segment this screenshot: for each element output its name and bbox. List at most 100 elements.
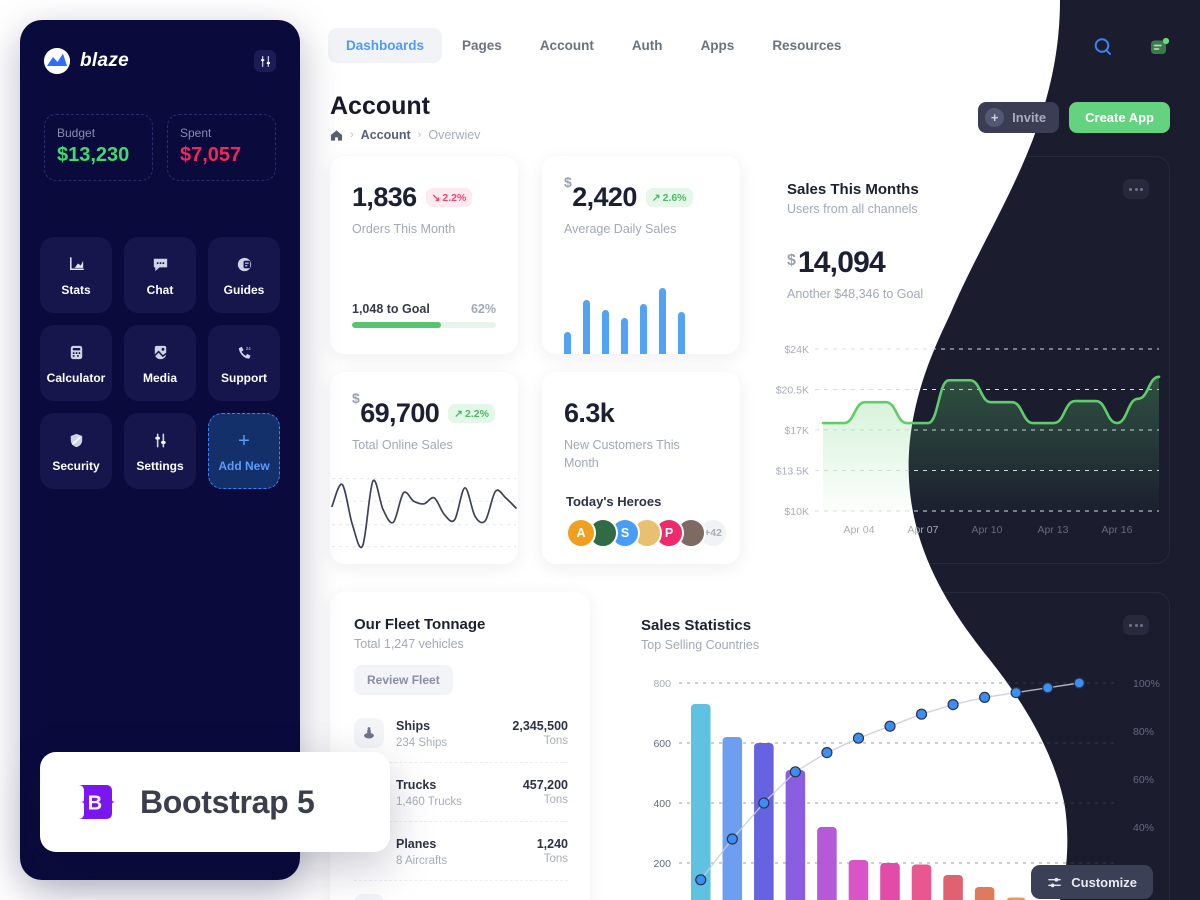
- breadcrumb-separator-1: ›: [350, 129, 354, 141]
- sales-card-subtitle: Users from all channels: [787, 202, 918, 216]
- sidebar-item-stats[interactable]: Stats: [40, 237, 112, 313]
- card-fleet-tonnage: Our Fleet Tonnage Total 1,247 vehicles R…: [330, 592, 590, 900]
- customers-value: 6.3k: [564, 398, 615, 428]
- pareto-point: [1073, 677, 1085, 689]
- breadcrumb-separator-2: ›: [417, 129, 422, 141]
- kpi-spent-value: $7,057: [180, 144, 242, 166]
- breadcrumb: › Account › Overwiev: [330, 128, 480, 142]
- svg-text:100%: 100%: [1133, 678, 1160, 690]
- nav-item-auth[interactable]: Auth: [614, 28, 681, 63]
- fleet-row-name: Planes: [396, 837, 437, 851]
- invite-button[interactable]: + Invite: [978, 102, 1060, 133]
- avg-delta-badge: ↗ 2.6%: [645, 188, 693, 207]
- fleet-row[interactable]: Ships 234 Ships 2,345,500 Tons: [354, 704, 568, 763]
- search-icon[interactable]: [1090, 34, 1116, 60]
- plus-icon: +: [238, 429, 250, 452]
- pareto-point: [915, 708, 928, 720]
- avg-currency: $: [564, 174, 572, 190]
- breadcrumb-current: Overwiev: [428, 128, 481, 142]
- pareto-point: [1010, 687, 1022, 699]
- svg-text:80%: 80%: [1133, 726, 1154, 738]
- fleet-row[interactable]: Trains804,300: [354, 881, 568, 900]
- customize-button[interactable]: Customize: [1031, 865, 1153, 899]
- sales-card-more-icon[interactable]: [1123, 179, 1149, 199]
- orders-delta-badge: ↘ 2.2%: [425, 188, 473, 207]
- avg-daily-sales-minibar-chart: [564, 284, 722, 354]
- fleet-row-unit: Tons: [543, 853, 568, 865]
- minibar-6: [659, 288, 666, 354]
- pareto-bar: [943, 875, 963, 900]
- avatar[interactable]: A: [566, 518, 596, 548]
- pareto-point: [695, 874, 707, 886]
- avg-subtitle: Average Daily Sales: [564, 222, 677, 236]
- fleet-row-unit: Tons: [543, 735, 568, 747]
- blaze-logo-icon: [44, 48, 70, 74]
- review-fleet-button-label: Review Fleet: [367, 673, 440, 687]
- brand[interactable]: blaze: [44, 48, 129, 74]
- sidebar-item-media[interactable]: Media: [124, 325, 196, 401]
- pareto-point: [884, 720, 896, 732]
- nav-item-pages[interactable]: Pages: [444, 28, 520, 63]
- chart-icon: [65, 254, 87, 276]
- notes-icon[interactable]: [1146, 34, 1172, 60]
- online-currency: $: [352, 390, 360, 406]
- sidebar-item-chat[interactable]: Chat: [124, 237, 196, 313]
- sidebar-item-support-label: Support: [221, 370, 267, 385]
- stats-card-more-icon[interactable]: [1123, 615, 1149, 635]
- sidebar-item-security[interactable]: Security: [40, 413, 112, 489]
- svg-text:B: B: [88, 793, 102, 815]
- arrow-down-icon: ↘: [431, 191, 441, 204]
- online-stat-top: $69,700 ↗ 2.2%: [330, 372, 518, 429]
- online-subtitle: Total Online Sales: [352, 438, 453, 452]
- pareto-bar: [974, 887, 995, 900]
- nav-item-account[interactable]: Account: [522, 28, 612, 63]
- sidebar-item-media-label: Media: [142, 370, 177, 385]
- sliders-icon: [149, 430, 171, 452]
- online-delta-value: 2.2%: [464, 407, 489, 420]
- home-icon[interactable]: [330, 129, 343, 142]
- sidebar-item-support[interactable]: 24 Support: [208, 325, 280, 401]
- sidebar-header: blaze: [20, 20, 300, 74]
- minibar-5: [640, 304, 647, 354]
- svg-text:$10K: $10K: [784, 506, 809, 518]
- pareto-point: [979, 691, 991, 704]
- nav-item-resources[interactable]: Resources: [754, 28, 859, 63]
- sidebar-settings-icon[interactable]: [254, 50, 276, 72]
- total-online-sales-sparkline: [331, 478, 517, 549]
- sidebar-item-guides[interactable]: Guides: [208, 237, 280, 313]
- fleet-subtitle: Total 1,247 vehicles: [354, 637, 464, 651]
- svg-text:$17K: $17K: [784, 425, 809, 437]
- orders-goal-percent: 62%: [470, 302, 496, 316]
- svg-text:800: 800: [653, 678, 671, 690]
- card-orders-this-month: 1,836 ↘ 2.2% Orders This Month 1,048 to …: [330, 156, 518, 354]
- arrow-up-icon: ↗: [651, 191, 661, 204]
- sales-goal-text: Another $48,346 to Goal: [787, 287, 924, 301]
- orders-subtitle: Orders This Month: [352, 222, 456, 236]
- sidebar-tile-grid: Stats Chat Guides Calculator Media 24 Su…: [20, 181, 300, 489]
- review-fleet-button[interactable]: Review Fleet: [354, 665, 453, 695]
- avg-value: 2,420: [572, 182, 637, 212]
- pareto-bar: [880, 863, 900, 900]
- create-app-button[interactable]: Create App: [1069, 102, 1170, 133]
- customize-button-label: Customize: [1071, 874, 1137, 890]
- online-delta-badge: ↗ 2.2%: [448, 404, 495, 423]
- orders-delta-value: 2.2%: [442, 191, 467, 204]
- arrow-up-icon: ↗: [454, 407, 463, 420]
- sidebar-item-calculator-label: Calculator: [46, 370, 106, 385]
- sidebar-item-settings[interactable]: Settings: [124, 413, 196, 489]
- nav-item-apps[interactable]: Apps: [683, 28, 753, 63]
- svg-text:60%: 60%: [1133, 774, 1154, 786]
- avg-delta-value: 2.6%: [662, 191, 687, 204]
- sidebar-item-add-new[interactable]: + Add New: [208, 413, 280, 489]
- pareto-point: [852, 732, 865, 744]
- sidebar-item-calculator[interactable]: Calculator: [40, 325, 112, 401]
- heroes-title: Today's Heroes: [566, 494, 662, 509]
- breadcrumb-parent[interactable]: Account: [361, 128, 411, 142]
- sidebar-item-guides-label: Guides: [223, 282, 265, 297]
- nav-item-dashboards[interactable]: Dashboards: [328, 28, 443, 63]
- stats-title: Sales Statistics: [641, 617, 752, 634]
- pareto-point: [758, 797, 770, 809]
- fleet-row-amount: 1,240: [536, 837, 568, 851]
- brand-name: blaze: [80, 50, 130, 71]
- svg-text:Apr 07: Apr 07: [908, 524, 939, 536]
